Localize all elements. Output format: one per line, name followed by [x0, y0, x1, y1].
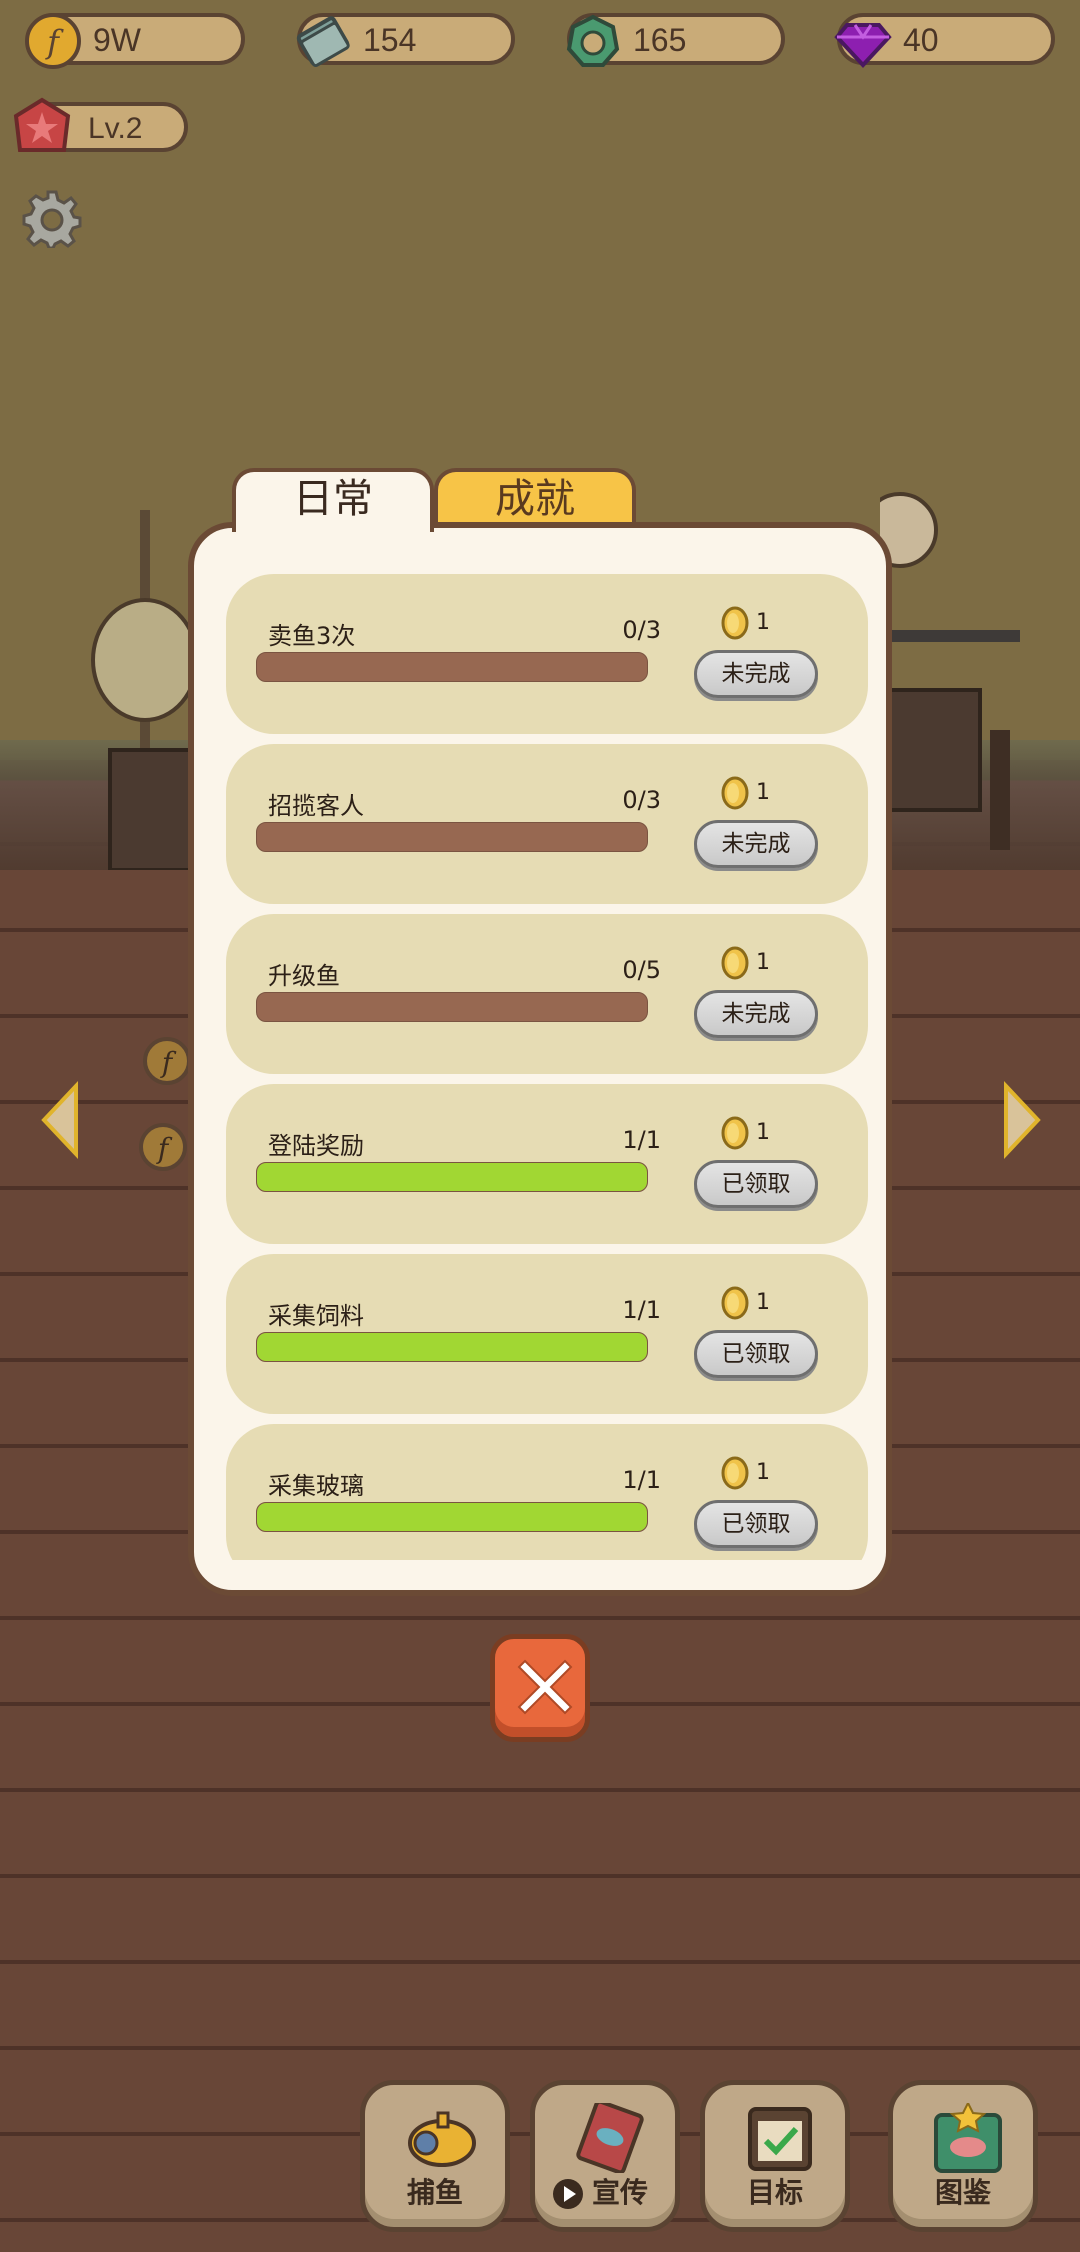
- reward-coin-icon: [721, 1116, 749, 1150]
- shells-value: 165: [633, 22, 687, 58]
- settings-gear-icon[interactable]: [22, 188, 82, 248]
- nav-promote-button[interactable]: 宣传: [530, 2080, 680, 2232]
- close-icon: [517, 1659, 573, 1715]
- quest-row: 登陆奖励 1/1 1 已领取: [226, 1084, 868, 1244]
- reward-amount: 1: [756, 1290, 770, 1315]
- tab-achievements[interactable]: 成就: [434, 468, 636, 526]
- nav-promote-label: 宣传: [591, 2176, 648, 2209]
- flyer-icon: [576, 2103, 644, 2173]
- reward-amount: 1: [756, 610, 770, 635]
- coins-value: 9W: [93, 22, 141, 58]
- page-right-arrow-icon[interactable]: [996, 1080, 1046, 1160]
- quest-title: 招揽客人: [268, 792, 364, 820]
- nav-goals-label: 目标: [746, 2176, 803, 2209]
- quest-row: 招揽客人 0/3 1 未完成: [226, 744, 868, 904]
- reward-amount: 1: [756, 1460, 770, 1485]
- reward-coin-icon: [721, 776, 749, 810]
- green-token-icon: [566, 14, 620, 67]
- cash-counter[interactable]: 154: [296, 13, 515, 67]
- reward-amount: 1: [756, 1120, 770, 1145]
- reward-amount: 1: [756, 780, 770, 805]
- quest-progress-bar: [256, 1332, 648, 1362]
- quest-title: 升级鱼: [268, 962, 340, 990]
- quest-progress-count: 1/1: [622, 1466, 661, 1494]
- quest-status-button[interactable]: 未完成: [694, 650, 818, 698]
- star-badge-icon: [13, 97, 71, 152]
- quest-progress-bar: [256, 1502, 648, 1532]
- quest-progress-count: 0/3: [622, 786, 661, 814]
- quest-progress-count: 0/3: [622, 616, 661, 644]
- quest-progress-count: 1/1: [622, 1296, 661, 1324]
- nav-fishing-label: 捕鱼: [406, 2176, 463, 2209]
- gems-value: 40: [903, 22, 939, 58]
- quest-panel: 卖鱼3次 0/3 1 未完成 招揽客人 0/3 1 未完成 升级鱼 0/5 1 …: [188, 522, 892, 1596]
- floor-coin-icon[interactable]: f: [138, 1122, 188, 1172]
- quest-progress-bar: [256, 652, 648, 682]
- submarine-icon: [408, 2111, 476, 2167]
- reward-amount: 1: [756, 950, 770, 975]
- quest-progress-bar: [256, 1162, 648, 1192]
- quest-title: 采集饲料: [268, 1302, 364, 1330]
- shop-shelf-right: [862, 480, 1030, 880]
- quest-title: 卖鱼3次: [268, 622, 356, 650]
- nav-collection-button[interactable]: 图鉴: [888, 2080, 1038, 2232]
- reward-coin-icon: [721, 1456, 749, 1490]
- quest-row: 采集饲料 1/1 1 已领取: [226, 1254, 868, 1414]
- reward-coin-icon: [721, 606, 749, 640]
- tab-daily[interactable]: 日常: [232, 468, 434, 532]
- fish-book-icon: [934, 2103, 1002, 2173]
- quest-status-button[interactable]: 未完成: [694, 820, 818, 868]
- quest-progress-count: 0/5: [622, 956, 661, 984]
- cash-value: 154: [363, 22, 417, 58]
- quest-progress-fill: [257, 1503, 647, 1531]
- quest-row: 升级鱼 0/5 1 未完成: [226, 914, 868, 1074]
- quest-status-button[interactable]: 已领取: [694, 1500, 818, 1548]
- quest-list[interactable]: 卖鱼3次 0/3 1 未完成 招揽客人 0/3 1 未完成 升级鱼 0/5 1 …: [226, 574, 868, 1560]
- quest-progress-fill: [257, 1333, 647, 1361]
- quest-progress-fill: [257, 1163, 647, 1191]
- quest-status-button[interactable]: 已领取: [694, 1330, 818, 1378]
- quest-status-button[interactable]: 已领取: [694, 1160, 818, 1208]
- close-button[interactable]: [490, 1634, 590, 1742]
- quest-progress-bar: [256, 992, 648, 1022]
- coins-counter[interactable]: f 9W: [25, 13, 245, 69]
- quest-title: 采集玻璃: [268, 1472, 364, 1500]
- nav-goals-button[interactable]: 目标: [700, 2080, 850, 2232]
- floor-coin-icon[interactable]: f: [142, 1036, 192, 1086]
- nav-collection-label: 图鉴: [934, 2176, 991, 2209]
- reward-coin-icon: [721, 1286, 749, 1320]
- clipboard-check-icon: [748, 2107, 812, 2171]
- quest-title: 登陆奖励: [268, 1132, 364, 1160]
- nav-fishing-button[interactable]: 捕鱼: [360, 2080, 510, 2232]
- level-value: Lv.2: [88, 112, 143, 145]
- level-badge[interactable]: Lv.2: [13, 97, 188, 152]
- reward-coin-icon: [721, 946, 749, 980]
- quest-progress-count: 1/1: [622, 1126, 661, 1154]
- quest-progress-bar: [256, 822, 648, 852]
- page-left-arrow-icon[interactable]: [36, 1080, 86, 1160]
- banknote-stack-icon: [296, 16, 350, 67]
- shells-counter[interactable]: 165: [566, 13, 785, 67]
- quest-row: 采集玻璃 1/1 1 已领取: [226, 1424, 868, 1560]
- gems-counter[interactable]: 40: [834, 13, 1055, 68]
- quest-status-button[interactable]: 未完成: [694, 990, 818, 1038]
- purple-gem-icon: [834, 23, 892, 68]
- coin-icon: f: [25, 13, 81, 69]
- quest-row: 卖鱼3次 0/3 1 未完成: [226, 574, 868, 734]
- shop-shelf-left: [90, 510, 200, 872]
